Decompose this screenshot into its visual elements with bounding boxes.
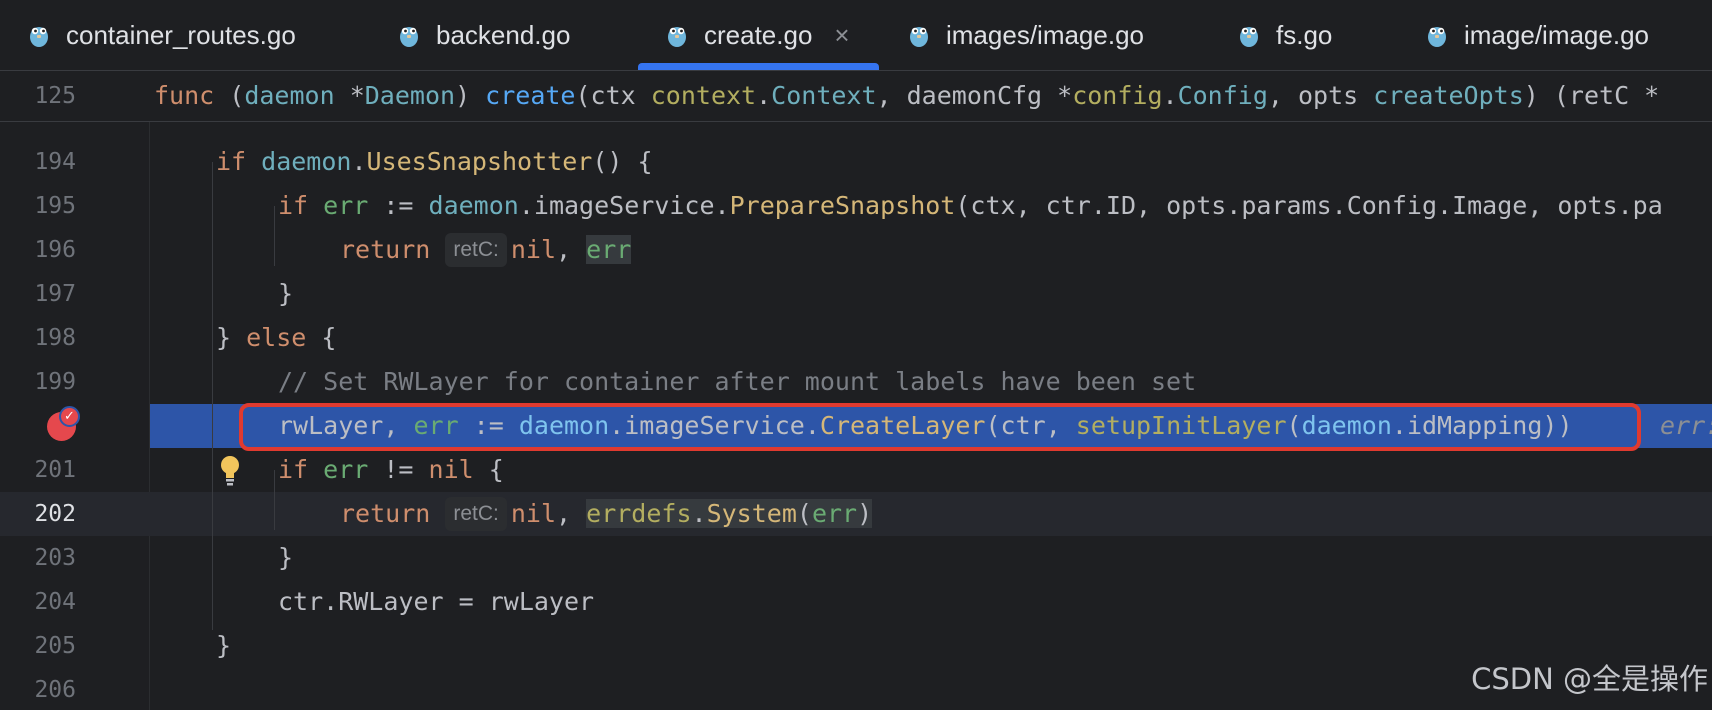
code-line-197[interactable]: 197 } — [0, 272, 1712, 316]
go-file-icon — [1428, 27, 1446, 47]
line-number: 206 — [34, 677, 76, 703]
code-text: if err := daemon.imageService.PrepareSna… — [278, 191, 1663, 220]
line-number: 197 — [34, 281, 76, 307]
go-file-icon — [1240, 27, 1258, 47]
line-number: 201 — [34, 457, 76, 483]
code-text: if daemon.UsesSnapshotter() { — [216, 147, 653, 176]
indent-guide — [274, 470, 275, 530]
code-line-205[interactable]: 205 } — [0, 624, 1712, 668]
editor-tab-bar: container_routes.go backend.go create.go… — [0, 0, 1712, 71]
line-number: 125 — [34, 83, 76, 109]
tab-label: images/image.go — [946, 19, 1144, 50]
line-number: 202 — [34, 501, 76, 527]
tab-label: backend.go — [436, 19, 571, 50]
tab-label: container_routes.go — [66, 19, 296, 50]
code-text: } — [278, 279, 294, 308]
tab-label: image/image.go — [1464, 19, 1649, 50]
code-line-195[interactable]: 195 if err := daemon.imageService.Prepar… — [0, 184, 1712, 228]
lightbulb-icon[interactable] — [219, 454, 241, 486]
line-number: 203 — [34, 545, 76, 571]
code-line-206[interactable]: 206 — [0, 668, 1712, 710]
code-text: ctr.RWLayer = rwLayer — [278, 587, 595, 616]
tab-label: create.go — [704, 19, 813, 50]
go-file-icon — [668, 27, 686, 47]
indent-guide — [274, 206, 275, 266]
code-text: rwLayer, err := daemon.imageService.Crea… — [278, 411, 1573, 440]
watermark: CSDN @全是操作 — [1471, 662, 1708, 696]
code-line-199[interactable]: 199 // Set RWLayer for container after m… — [0, 360, 1712, 404]
tab-label: fs.go — [1276, 19, 1333, 50]
breakpoint-hit-icon[interactable]: ✓ — [47, 406, 80, 441]
line-number: 193 — [0, 122, 76, 134]
code-line-202[interactable]: 202 return retC: nil, errdefs.System(err) — [0, 492, 1712, 536]
tab-image-image[interactable]: image/image.go — [1426, 0, 1649, 70]
line-number: 204 — [34, 589, 76, 615]
go-file-icon — [910, 27, 928, 47]
line-number: 198 — [34, 325, 76, 351]
sticky-code: func (daemon *Daemon) create(ctx context… — [154, 81, 1660, 110]
check-icon: ✓ — [59, 406, 80, 427]
code-editor[interactable]: 193 194 if daemon.UsesSnapshotter() { 19… — [0, 122, 1712, 710]
go-file-icon — [30, 27, 48, 47]
sticky-function-header[interactable]: 125 func (daemon *Daemon) create(ctx con… — [0, 71, 1712, 122]
code-line-196[interactable]: 196 return retC: nil, err — [0, 228, 1712, 272]
tab-images-image[interactable]: images/image.go — [908, 0, 1144, 70]
code-text: } else { — [216, 323, 337, 352]
tab-fs[interactable]: fs.go — [1238, 0, 1332, 70]
code-text: if err != nil { — [278, 455, 504, 484]
execution-point-line[interactable]: rwLayer, err := daemon.imageService.Crea… — [150, 404, 1712, 448]
close-tab-icon[interactable]: × — [834, 20, 849, 51]
code-text: } — [216, 631, 232, 660]
line-number: 205 — [34, 633, 76, 659]
line-number: 194 — [34, 149, 76, 175]
inlay-hint: retC: — [445, 233, 507, 267]
line-number: 196 — [34, 237, 76, 263]
line-number: 195 — [34, 193, 76, 219]
code-text: } — [278, 543, 294, 572]
code-line-203[interactable]: 203 } — [0, 536, 1712, 580]
code-text: return retC: nil, errdefs.System(err) — [340, 492, 873, 536]
code-line-194[interactable]: 194 if daemon.UsesSnapshotter() { — [0, 140, 1712, 184]
code-line-204[interactable]: 204 ctr.RWLayer = rwLayer — [0, 580, 1712, 624]
tab-create[interactable]: create.go × — [638, 0, 879, 70]
code-text: return retC: nil, err — [340, 228, 632, 272]
code-line-198[interactable]: 198 } else { — [0, 316, 1712, 360]
indent-guide — [212, 338, 213, 630]
code-comment: // Set RWLayer for container after mount… — [278, 367, 1197, 396]
inlay-hint: retC: — [445, 497, 507, 531]
tab-container-routes[interactable]: container_routes.go — [28, 0, 296, 70]
line-number: 199 — [34, 369, 76, 395]
tab-backend[interactable]: backend.go — [398, 0, 570, 70]
code-line-201[interactable]: 201 if err != nil { — [0, 448, 1712, 492]
active-tab-indicator — [638, 63, 879, 70]
go-file-icon — [400, 27, 418, 47]
inline-debug-value: err: — [1660, 411, 1712, 440]
code-line-193[interactable]: 193 — [0, 122, 1712, 134]
